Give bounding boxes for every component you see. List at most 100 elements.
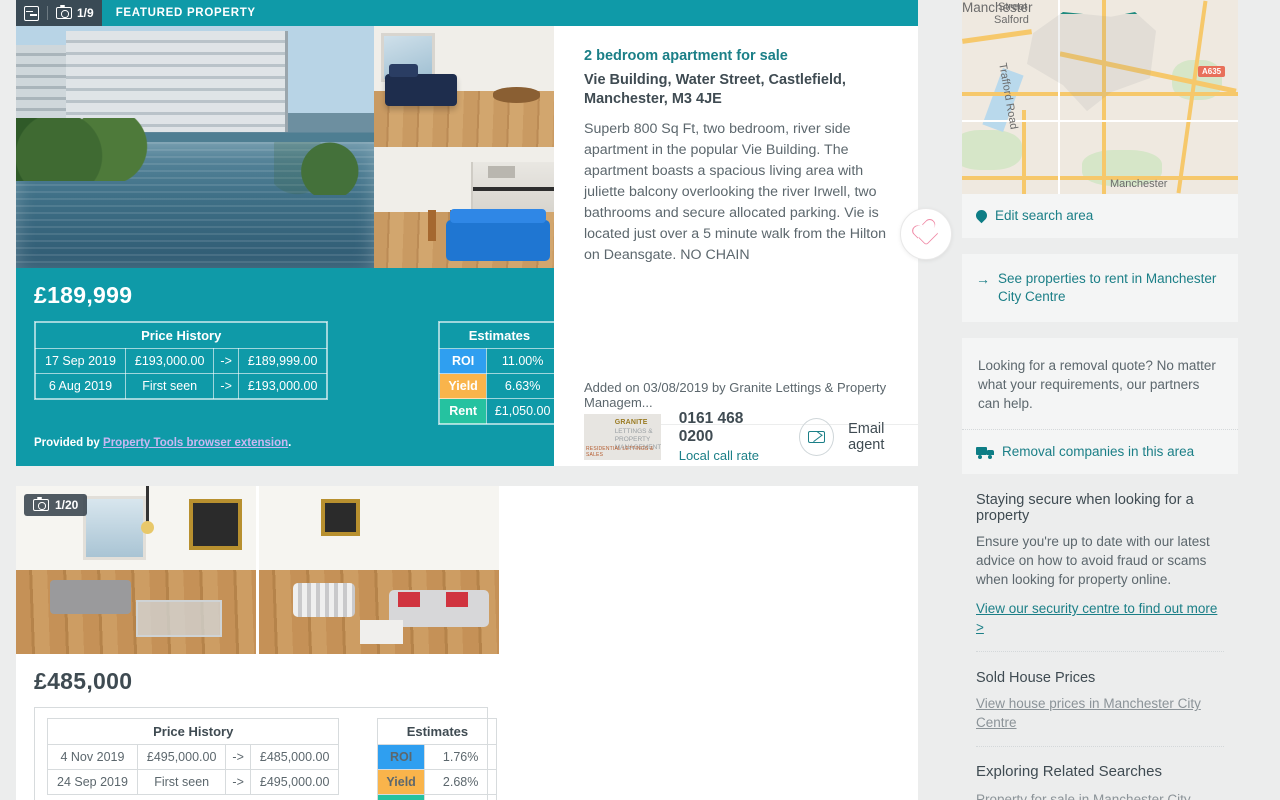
ph-arrow: -> — [225, 769, 251, 795]
property-summary: 2 bedroom apartment for sale Vie Buildin… — [584, 48, 896, 266]
removal-quote-card: Looking for a removal quote? No matter w… — [962, 338, 1238, 474]
see-properties-to-rent-link[interactable]: → See properties to rent in Manchester C… — [962, 254, 1238, 322]
table-row: ROI 1.76% — [377, 744, 498, 770]
see-rent-card[interactable]: → See properties to rent in Manchester C… — [962, 254, 1238, 322]
table-row: Yield 6.63% — [439, 373, 560, 399]
property-card-featured[interactable]: 1/9 FEATURED PROPERTY 2 bedroom apartmen… — [16, 0, 952, 466]
related-search-link-1[interactable]: Property for sale in Manchester City Cen… — [976, 790, 1224, 800]
arrow-right-icon: → — [976, 271, 990, 287]
ph-to: £193,000.00 — [237, 373, 328, 399]
agent-logo[interactable]: GRANITE LETTINGS & PROPERTY MANAGEMENT R… — [584, 413, 661, 460]
provided-by-line: Provided by Property Tools browser exten… — [34, 437, 536, 449]
estimate-value-yield: 6.63% — [485, 373, 560, 399]
removal-companies-link[interactable]: Removal companies in this area — [962, 430, 1238, 474]
removal-companies-label: Removal companies in this area — [1002, 444, 1195, 459]
email-agent-button[interactable] — [799, 417, 835, 456]
sold-house-prices-heading: Sold House Prices — [976, 670, 1096, 686]
gallery-toolbar[interactable]: 1/9 — [16, 0, 102, 26]
table-row: Yield 2.68% — [377, 769, 498, 795]
estimate-value-yield: 2.68% — [423, 769, 498, 795]
provided-prefix: Provided by — [34, 437, 104, 449]
search-area-map[interactable]: Street Salford Manchester Manchester Tra… — [962, 0, 1238, 194]
price-history-table-wrap: Price History 17 Sep 2019 £193,000.00 ->… — [34, 321, 329, 400]
table-row: Rent £1,050.00 — [439, 398, 560, 424]
agent-phone-block[interactable]: 0161 468 0200 Local call rate — [679, 410, 773, 463]
ph-date: 17 Sep 2019 — [35, 348, 126, 374]
estimate-key-yield: Yield — [377, 769, 425, 795]
estimates-table-wrap: Estimates ROI 11.00% Yield 6.63% Rent £1… — [438, 321, 561, 425]
property-gallery[interactable]: 1/20 — [16, 486, 918, 654]
camera-icon — [33, 496, 49, 511]
agent-logo-line3: RESIDENTIAL LETTINGS & SALES — [586, 445, 654, 458]
search-results-list: 1/9 FEATURED PROPERTY 2 bedroom apartmen… — [16, 0, 952, 800]
photo-count-label: 1/9 — [77, 6, 94, 20]
ph-to: £495,000.00 — [249, 769, 340, 795]
edit-search-area-label: Edit search area — [995, 208, 1094, 223]
table-row: 24 Sep 2019 First seen -> £495,000.00 — [47, 769, 340, 795]
agent-logo-line1: GRANITE — [614, 418, 648, 426]
table-row: 6 Aug 2019 First seen -> £193,000.00 — [35, 373, 328, 399]
estimate-key-yield: Yield — [439, 373, 487, 399]
price-tools-panel: £189,999 Price History 17 Sep 2019 £193,… — [16, 268, 561, 466]
ph-arrow: -> — [213, 348, 239, 374]
security-centre-link[interactable]: View our security centre to find out mor… — [976, 599, 1224, 637]
map-label-street: Street — [998, 1, 1028, 13]
map-label-manchester-2: Manchester — [1110, 178, 1168, 190]
photo-count-label: 1/20 — [55, 498, 79, 512]
ph-to: £189,999.00 — [237, 348, 328, 374]
ph-from: £193,000.00 — [124, 348, 215, 374]
price-history-header: Price History — [46, 718, 340, 745]
estimates-table: Estimates ROI 1.76% Yield 2.68% Rent £1,… — [377, 718, 498, 800]
property-card[interactable]: 1/20 2 bedroom apartment for sale Castle — [16, 486, 918, 800]
price-history-header: Price History — [34, 322, 328, 349]
road-shield-a635: A635 — [1198, 66, 1226, 77]
search-area-card: Street Salford Manchester Manchester Tra… — [962, 0, 1238, 238]
extension-link[interactable]: Property Tools browser extension — [103, 437, 288, 449]
gallery-thumb-1[interactable] — [259, 486, 499, 654]
gallery-thumb-1[interactable] — [374, 26, 554, 147]
map-label-salford: Salford — [994, 14, 1029, 26]
ph-date: 4 Nov 2019 — [47, 744, 138, 770]
estimate-key-roi: ROI — [439, 348, 487, 374]
toolbar-divider — [47, 6, 48, 20]
photo-counter[interactable]: 1/20 — [24, 494, 88, 516]
gallery-thumb-2[interactable] — [374, 147, 554, 268]
listing-price: £485,000 — [34, 668, 133, 694]
provided-suffix: . — [288, 437, 292, 449]
estimate-key-rent: Rent — [377, 794, 425, 800]
email-agent-label[interactable]: Email agent — [848, 421, 918, 453]
ph-date: 6 Aug 2019 — [35, 373, 126, 399]
crop-icon[interactable] — [24, 5, 39, 21]
table-row: 4 Nov 2019 £495,000.00 -> £485,000.00 — [47, 744, 340, 770]
featured-ribbon: 1/9 FEATURED PROPERTY — [16, 0, 918, 26]
save-property-button[interactable] — [900, 208, 952, 260]
table-row: Rent £1,085.00 — [377, 794, 498, 800]
table-row: 17 Sep 2019 £193,000.00 -> £189,999.00 — [35, 348, 328, 374]
ph-from: First seen — [124, 373, 215, 399]
truck-icon — [976, 446, 994, 459]
edit-search-area-link[interactable]: Edit search area — [962, 194, 1238, 238]
estimate-value-rent: £1,085.00 — [423, 794, 498, 800]
sold-house-prices-link[interactable]: View house prices in Manchester City Cen… — [976, 694, 1224, 732]
envelope-icon — [808, 430, 826, 443]
gallery-main-photo[interactable] — [16, 26, 374, 268]
estimate-value-roi: 11.00% — [485, 348, 560, 374]
price-history-table: Price History 17 Sep 2019 £193,000.00 ->… — [34, 322, 328, 399]
featured-property-label: FEATURED PROPERTY — [101, 0, 918, 26]
property-description: Superb 800 Sq Ft, two bedroom, river sid… — [584, 121, 887, 263]
property-type[interactable]: 2 bedroom apartment for sale — [584, 48, 896, 64]
removal-quote-text: Looking for a removal quote? No matter w… — [978, 358, 1216, 411]
agent-phone-number[interactable]: 0161 468 0200 — [679, 410, 773, 446]
photo-counter[interactable]: 1/9 — [56, 4, 94, 20]
estimates-header: Estimates — [439, 322, 560, 349]
estimate-key-rent: Rent — [439, 398, 487, 424]
ph-arrow: -> — [213, 373, 239, 399]
ph-date: 24 Sep 2019 — [47, 769, 138, 795]
property-address[interactable]: Vie Building, Water Street, Castlefield,… — [584, 71, 896, 109]
call-rate-label: Local call rate — [678, 448, 759, 463]
search-area-polygon — [1027, 12, 1156, 112]
ph-from: £495,000.00 — [136, 744, 227, 770]
gallery-thumbnails[interactable] — [374, 26, 554, 268]
map-pin-icon — [973, 207, 990, 224]
price-history-table: Price History 4 Nov 2019 £495,000.00 -> … — [46, 718, 340, 795]
